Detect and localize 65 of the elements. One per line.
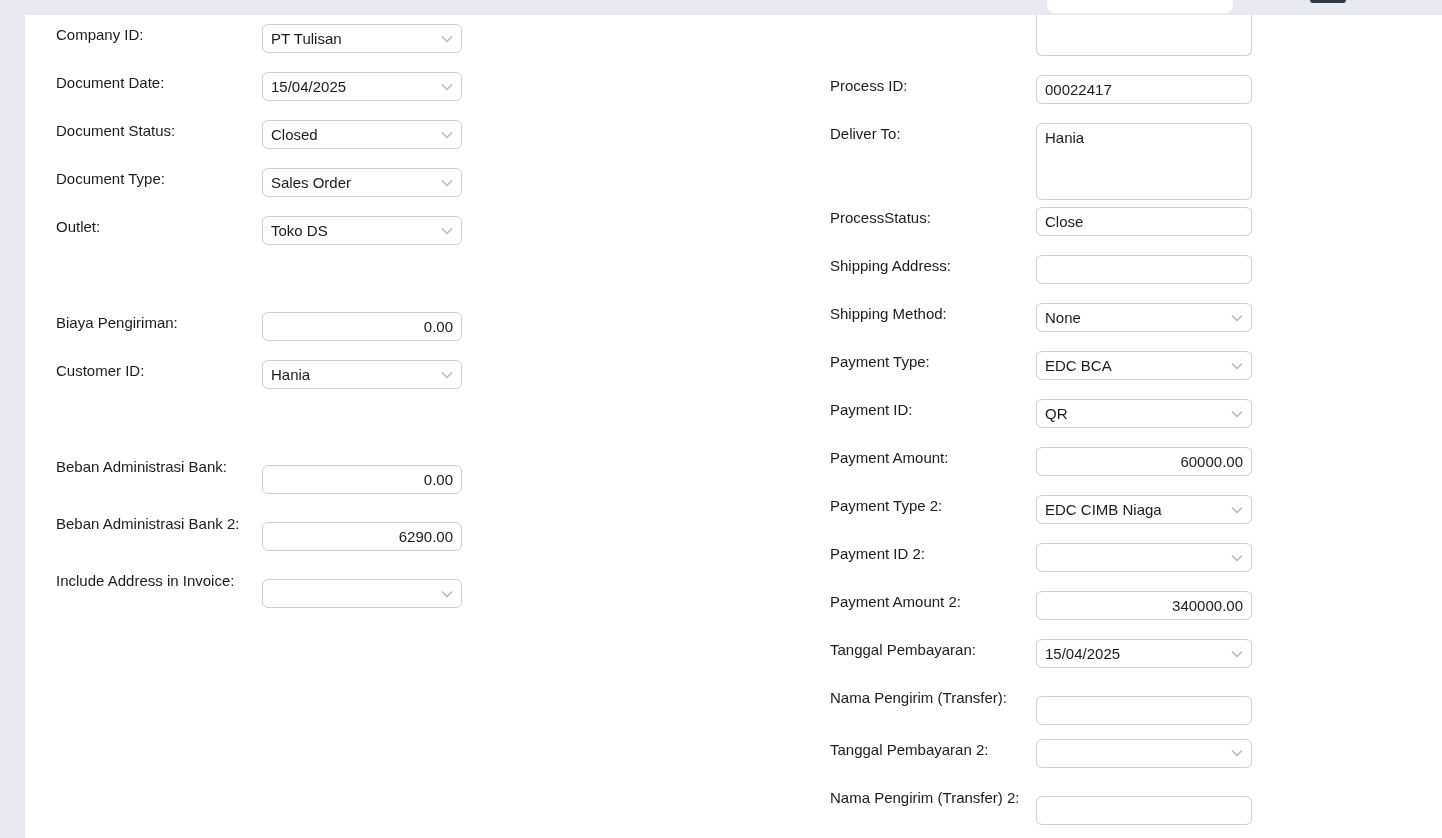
chevron-down-icon [1231, 361, 1243, 370]
field-label: Payment Type 2: [830, 496, 944, 517]
field-label: Outlet: [56, 217, 102, 237]
field-label: Document Date: [56, 73, 166, 93]
chevron-down-icon [1231, 649, 1243, 658]
dropdown-field[interactable]: Hania [262, 360, 462, 389]
dropdown-field[interactable] [1036, 543, 1252, 573]
chevron-down-icon [441, 82, 453, 91]
field-label: Payment ID 2: [830, 544, 927, 565]
chevron-down-icon [1231, 553, 1243, 562]
text-area[interactable] [1036, 15, 1252, 56]
input-field[interactable]: Close [1036, 207, 1252, 237]
field-label: Tanggal Pembayaran: [830, 640, 977, 661]
field-label: Customer ID: [56, 361, 146, 381]
field-label: Tanggal Pembayaran 2: [830, 739, 990, 760]
field-label: Payment Amount: [830, 448, 950, 469]
field-label: Biaya Pengiriman: [56, 313, 179, 333]
field-label: Document Type: [56, 169, 166, 189]
field-label: Payment Type: [830, 352, 931, 373]
input-field[interactable]: 0.00 [262, 465, 462, 494]
dropdown-field[interactable] [262, 579, 462, 608]
chevron-down-icon [441, 34, 453, 43]
chevron-down-icon [441, 226, 453, 235]
dropdown-field[interactable]: Closed [262, 120, 462, 149]
input-field[interactable]: 340000.00 [1036, 591, 1252, 621]
dropdown-field[interactable]: EDC BCA [1036, 351, 1252, 381]
field-label: Company ID: [56, 25, 145, 45]
field-label: Shipping Address: [830, 256, 952, 277]
dropdown-field[interactable]: PT Tulisan [262, 24, 462, 53]
chevron-down-icon [1231, 409, 1243, 418]
field-label: ProcessStatus: [830, 208, 932, 229]
dropdown-field[interactable] [1036, 738, 1252, 768]
field-label: Deliver To: [830, 124, 902, 144]
input-field[interactable] [1036, 795, 1252, 825]
dropdown-field[interactable]: 15/04/2025 [262, 72, 462, 101]
chevron-down-icon [441, 370, 453, 379]
dropdown-field[interactable]: EDC CIMB Niaga [1036, 495, 1252, 525]
field-label: Nama Pengirim (Transfer): [830, 688, 1008, 709]
field-label: Payment ID: [830, 400, 914, 421]
dropdown-field[interactable]: Toko DS [262, 216, 462, 245]
dropdown-field[interactable]: None [1036, 303, 1252, 333]
input-field[interactable] [1036, 696, 1252, 726]
input-field[interactable]: 6290.00 [262, 522, 462, 551]
input-field[interactable]: 0.00 [262, 312, 462, 341]
dropdown-field[interactable]: 15/04/2025 [1036, 639, 1252, 669]
chevron-down-icon [441, 130, 453, 139]
input-field[interactable] [1036, 255, 1252, 285]
chevron-down-icon [441, 178, 453, 187]
chevron-down-icon [1231, 505, 1243, 514]
input-field[interactable]: 00022417 [1036, 75, 1252, 104]
chevron-down-icon [1231, 313, 1243, 322]
field-label: Beban Administrasi Bank 2: [56, 514, 241, 534]
field-label: Shipping Method: [830, 304, 948, 325]
text-area[interactable]: Hania [1036, 123, 1252, 200]
chevron-down-icon [441, 589, 453, 598]
chevron-down-icon [1231, 749, 1243, 758]
dropdown-field[interactable]: Sales Order [262, 168, 462, 197]
field-label: Include Address in Invoice: [56, 571, 236, 591]
field-label: Nama Pengirim (Transfer) 2: [830, 787, 1021, 808]
dropdown-field[interactable]: QR [1036, 399, 1252, 429]
field-label: Beban Administrasi Bank: [56, 457, 228, 477]
field-label: Payment Amount 2: [830, 592, 962, 613]
field-label: Process ID: [830, 76, 909, 96]
input-field[interactable]: 60000.00 [1036, 447, 1252, 477]
field-label: Document Status: [56, 121, 177, 141]
